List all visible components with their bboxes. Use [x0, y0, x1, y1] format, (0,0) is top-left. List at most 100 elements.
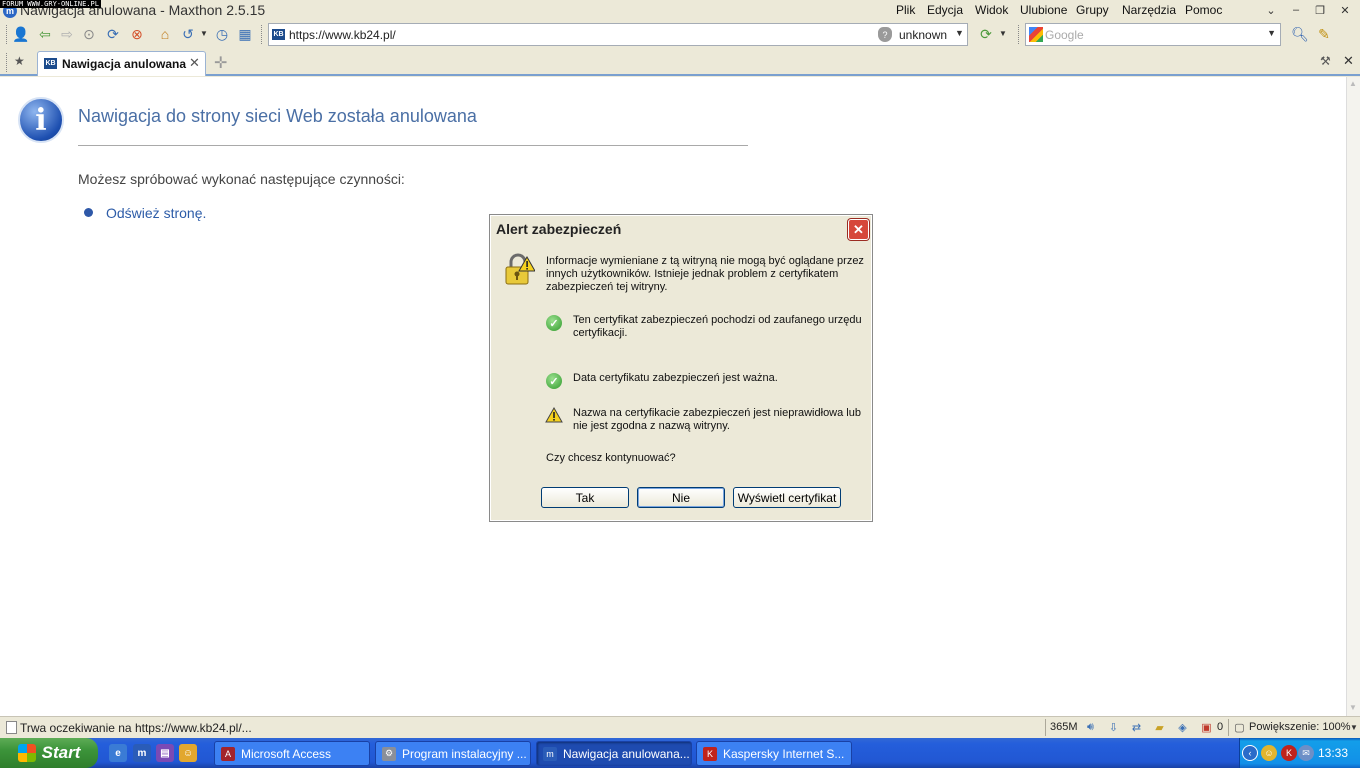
refresh-page-link[interactable]: Odśwież stronę. — [106, 205, 206, 221]
task-label: Program instalacyjny ... — [402, 746, 527, 761]
highlight-icon[interactable]: ✎ — [1314, 24, 1334, 44]
network-icon[interactable]: ✉ — [1298, 745, 1314, 761]
settings-icon[interactable]: ⚒ — [1320, 54, 1331, 68]
stop-icon[interactable]: ⊗ — [127, 24, 147, 44]
view-certificate-button[interactable]: Wyświetl certyfikat — [733, 487, 841, 508]
restore-icon[interactable]: ❐ — [1312, 3, 1328, 17]
taskbar-item-maxthon[interactable]: m Nawigacja anulowana... — [536, 741, 692, 766]
page-title: Nawigacja do strony sieci Web została an… — [78, 106, 477, 126]
search-icon[interactable]: 🔍︎ — [1290, 24, 1310, 44]
refresh-icon[interactable]: ⟳ — [103, 24, 123, 44]
url-input[interactable]: https://www.kb24.pl/ — [289, 28, 396, 42]
scroll-up-icon[interactable]: ▲ — [1349, 79, 1357, 88]
vertical-scrollbar[interactable]: ▲ ▼ — [1346, 77, 1360, 716]
speaker-icon[interactable]: 🔊︎ — [1083, 720, 1098, 735]
chevron-down-icon[interactable]: ▼ — [1267, 28, 1276, 38]
zoom-dropdown-icon[interactable]: ▼ — [1350, 723, 1358, 732]
lock-warning-icon — [505, 253, 535, 285]
status-text: Trwa oczekiwanie na https://www.kb24.pl/… — [20, 721, 252, 735]
go-icon[interactable]: ⟳ — [976, 24, 996, 44]
taskbar-item-access[interactable]: A Microsoft Access — [214, 741, 370, 766]
close-icon[interactable]: ✕ — [189, 55, 200, 71]
toolbar-grip[interactable] — [1018, 25, 1021, 44]
zoom-icon[interactable]: ▢ — [1232, 720, 1247, 735]
user-icon[interactable]: 👤 — [11, 24, 31, 44]
folder-icon[interactable]: ▰ — [1152, 720, 1167, 735]
menu-edit[interactable]: Edycja — [927, 3, 963, 18]
maxthon-quicklaunch-icon[interactable]: m — [133, 744, 151, 762]
bullet-icon — [84, 208, 93, 217]
tab-label: Nawigacja anulowana — [62, 57, 187, 71]
taskbar-item-kaspersky[interactable]: K Kaspersky Internet S... — [696, 741, 852, 766]
certificate-status[interactable]: unknown — [899, 28, 947, 42]
taskbar-item-installer[interactable]: ⚙ Program instalacyjny ... — [375, 741, 531, 766]
layers-icon[interactable]: ◈ — [1175, 720, 1190, 735]
close-icon[interactable]: ✕ — [848, 219, 869, 240]
kaspersky-tray-icon[interactable]: K — [1281, 745, 1297, 761]
chevron-down-icon[interactable]: ▼ — [955, 28, 964, 38]
new-tab-icon[interactable]: ✛ — [214, 53, 227, 73]
tray-expand-icon[interactable]: ‹ — [1242, 745, 1258, 761]
start-button[interactable]: Start — [0, 738, 98, 768]
ie-icon[interactable]: e — [109, 744, 127, 762]
google-logo-icon[interactable] — [1029, 27, 1043, 42]
messenger-icon[interactable]: ☺ — [179, 744, 197, 762]
menu-view[interactable]: Widok — [975, 3, 1008, 18]
undo-close-icon[interactable]: ↺ — [178, 24, 198, 44]
go-dropdown-icon[interactable]: ▼ — [999, 29, 1007, 38]
menu-file[interactable]: Plik — [896, 3, 915, 18]
menu-favorites[interactable]: Ulubione — [1020, 3, 1067, 18]
title-bar: m Nawigacja anulowana - Maxthon 2.5.15 P… — [0, 0, 1360, 21]
popup-blocker-icon[interactable]: ▣ — [1199, 720, 1214, 735]
security-alert-dialog: Alert zabezpieczeń ✕ Informacje wymienia… — [489, 214, 873, 522]
search-box[interactable]: Google ▼ — [1025, 23, 1281, 46]
page-subtitle: Możesz spróbować wykonać następujące czy… — [78, 171, 405, 187]
home-icon[interactable]: ⌂ — [155, 24, 175, 44]
messenger-tray-icon[interactable]: ☺ — [1261, 745, 1277, 761]
tab-navigation-cancelled[interactable]: KB Nawigacja anulowana ✕ — [37, 51, 206, 76]
warning-icon — [545, 407, 563, 423]
back-icon[interactable]: ⇦ — [35, 24, 55, 44]
menu-help[interactable]: Pomoc — [1185, 3, 1222, 18]
calendar-icon[interactable]: ▦ — [235, 24, 255, 44]
search-input[interactable]: Google — [1045, 28, 1084, 42]
yes-button[interactable]: Tak — [541, 487, 629, 508]
minimize-icon[interactable]: – — [1288, 3, 1304, 17]
app-quicklaunch-icon[interactable]: ▤ — [156, 744, 174, 762]
status-separator — [1228, 719, 1229, 736]
shield-icon[interactable]: ? — [878, 27, 892, 42]
clock: 13:33 — [1318, 746, 1349, 760]
address-bar[interactable]: KB https://www.kb24.pl/ ? unknown ▼ — [268, 23, 968, 46]
popup-count: 0 — [1217, 721, 1224, 733]
task-label: Microsoft Access — [241, 746, 332, 761]
info-icon: i — [18, 97, 64, 143]
star-icon[interactable]: ★ — [14, 54, 25, 68]
menu-tools[interactable]: Narzędzia — [1122, 3, 1176, 18]
maxthon-icon: m — [543, 746, 557, 761]
dialog-title: Alert zabezpieczeń — [496, 221, 622, 237]
toolbar-grip[interactable] — [6, 53, 9, 72]
download-icon[interactable]: ⇩ — [1106, 720, 1121, 735]
start-label: Start — [41, 743, 81, 762]
trusted-authority-text: Ten certyfikat zabezpieczeń pochodzi od … — [573, 314, 862, 339]
kaspersky-icon: K — [703, 746, 717, 761]
site-favicon-icon: KB — [272, 29, 285, 40]
memory-usage[interactable]: 365M — [1050, 721, 1078, 733]
clock-icon[interactable]: ◷ — [212, 24, 232, 44]
certificate-name-mismatch-text: Nazwa na certyfikacie zabezpieczeń jest … — [573, 407, 861, 432]
toolbar-grip[interactable] — [261, 25, 264, 44]
no-button[interactable]: Nie — [637, 487, 725, 508]
status-separator — [1045, 719, 1046, 736]
dropdown-arrow-icon[interactable]: ▼ — [200, 29, 208, 38]
menu-groups[interactable]: Grupy — [1076, 3, 1109, 18]
forum-watermark: FORUM WWW.GRY-ONLINE.PL — [0, 0, 101, 8]
history-down-icon[interactable]: ⊙ — [79, 24, 99, 44]
close-tab-bar-icon[interactable]: ✕ — [1343, 53, 1354, 69]
sync-icon[interactable]: ⇄ — [1129, 720, 1144, 735]
zoom-level[interactable]: Powiększenie: 100% — [1249, 721, 1351, 733]
forward-icon[interactable]: ⇨ — [57, 24, 77, 44]
toolbar-grip[interactable] — [6, 25, 9, 44]
close-window-icon[interactable]: ✕ — [1337, 3, 1353, 17]
scroll-down-icon[interactable]: ▼ — [1349, 703, 1357, 712]
chevron-down-icon[interactable]: ⌄ — [1263, 3, 1279, 17]
